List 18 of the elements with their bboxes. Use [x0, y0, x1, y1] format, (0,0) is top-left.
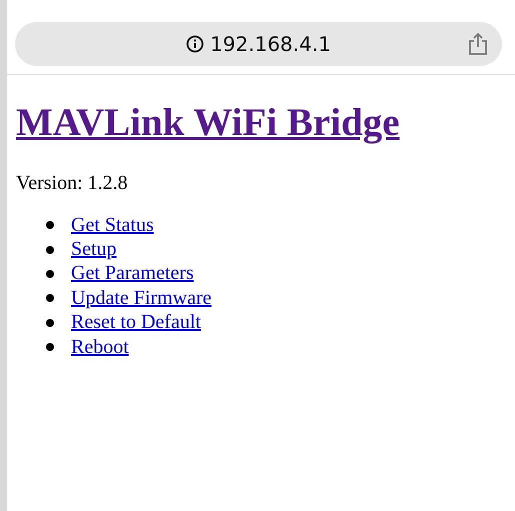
menu-link[interactable]: Setup: [71, 238, 117, 262]
url-text: 192.168.4.1: [210, 32, 331, 56]
share-icon[interactable]: [468, 32, 488, 56]
bullet-icon: [46, 270, 54, 278]
address-bar[interactable]: 192.168.4.1: [15, 22, 502, 66]
menu-link[interactable]: Reboot: [71, 336, 129, 359]
menu-link[interactable]: Get Parameters: [71, 262, 194, 286]
page-title-link[interactable]: MAVLink WiFi Bridge: [16, 101, 400, 144]
menu-link[interactable]: Update Firmware: [71, 286, 212, 310]
bullet-icon: [46, 294, 54, 302]
bullet-icon: [46, 246, 54, 254]
menu-link[interactable]: Get Status: [71, 214, 154, 237]
info-icon: [186, 35, 204, 53]
bullet-icon: [46, 318, 54, 327]
bullet-icon: [46, 343, 54, 352]
version-text: Version: 1.2.8: [16, 172, 129, 195]
bullet-icon: [46, 221, 54, 230]
menu-link[interactable]: Reset to Default: [71, 311, 201, 334]
